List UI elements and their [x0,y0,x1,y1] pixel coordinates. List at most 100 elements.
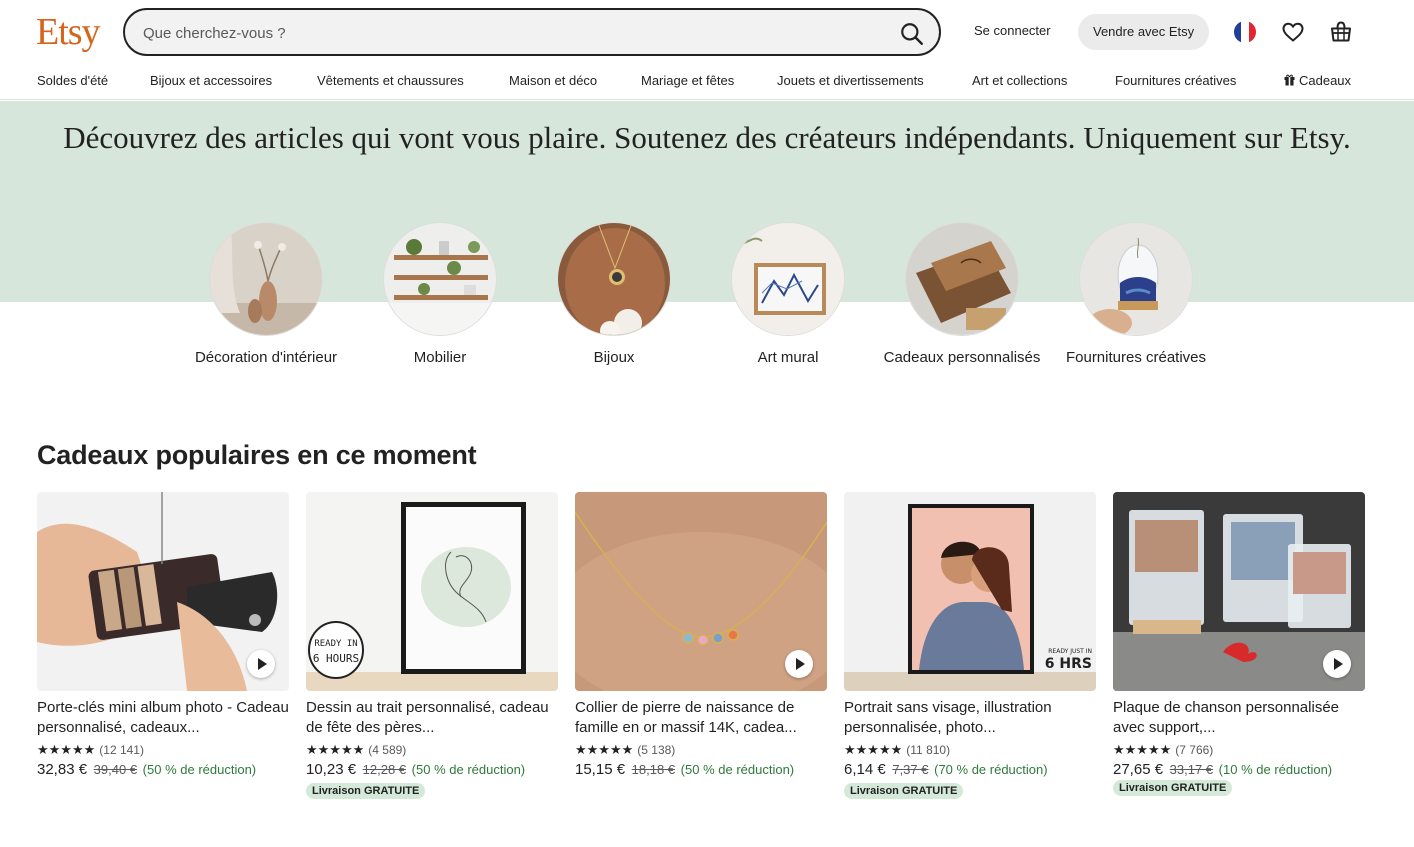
original-price: 18,18 € [631,762,676,777]
review-count: (5 138) [637,743,676,757]
star-rating-icon: ★★★★★ [575,742,634,757]
discount-label: (50 % de réduction) [142,762,257,777]
discount-label: (50 % de réduction) [411,762,526,777]
ready-in-text: READY IN [314,639,357,649]
category-label: Fournitures créatives [1065,349,1207,366]
category-image [557,222,671,336]
product-rating: ★★★★★ (11 810) [844,741,1096,758]
nav-item-toys[interactable]: Jouets et divertissements [777,73,924,88]
original-price: 33,17 € [1169,762,1214,777]
six-hrs-text: 6 HRS [1045,656,1092,672]
sign-in-link[interactable]: Se connecter [974,23,1051,38]
review-count: (12 141) [99,743,144,757]
category-wall-art[interactable]: Art mural [701,222,875,368]
product-image [575,492,827,691]
hero-title: Découvrez des articles qui vont vous pla… [63,120,1351,155]
product-title: Dessin au trait personnalisé, cadeau de … [306,699,549,736]
product-title: Porte-clés mini album photo - Cadeau per… [37,699,289,736]
price-line: 32,83 € 39,40 € (50 % de réduction) [37,761,289,778]
category-label: Cadeaux personnalisés [883,349,1041,366]
product-image: READY JUST IN 6 HRS [844,492,1096,691]
ready-just-in-text: READY JUST IN [1048,648,1092,655]
product-price: 32,83 € [37,761,88,778]
category-home-decor[interactable]: Décoration d'intérieur [179,222,353,368]
play-video-icon[interactable] [1323,650,1351,678]
price-line: 15,15 € 18,18 € (50 % de réduction) [575,761,827,778]
category-jewelry[interactable]: Bijoux [527,222,701,368]
product-rating: ★★★★★ (7 766) [1113,741,1365,758]
product-image: READY IN 6 HOURS [306,492,558,691]
review-count: (11 810) [906,743,951,757]
discount-label: (50 % de réduction) [680,762,795,777]
france-flag-icon[interactable] [1234,21,1256,43]
product-rating: ★★★★★ (4 589) [306,741,558,758]
heart-icon[interactable] [1281,20,1305,44]
star-rating-icon: ★★★★★ [844,742,903,757]
product-title: Collier de pierre de naissance de famill… [575,699,797,736]
product-price: 15,15 € [575,761,626,778]
review-count: (4 589) [368,743,407,757]
product-card[interactable]: Porte-clés mini album photo - Cadeau per… [37,492,289,778]
etsy-logo[interactable]: Etsy [36,10,101,54]
play-video-icon[interactable] [785,650,813,678]
nav-item-clothing[interactable]: Vêtements et chaussures [317,73,464,88]
search-icon[interactable] [899,21,925,47]
nav-gifts-label: Cadeaux [1299,73,1352,88]
product-card[interactable]: READY JUST IN 6 HRS Portrait sans visage… [844,492,1096,799]
category-label: Mobilier [413,349,467,366]
gift-icon [1284,74,1295,86]
header: Etsy Se connecter Vendre avec Etsy [0,0,1414,64]
free-shipping-badge: Livraison GRATUITE [1113,780,1233,796]
product-image [37,492,289,691]
product-price: 6,14 € [844,761,886,778]
product-rating: ★★★★★ (12 141) [37,741,289,758]
product-price: 10,23 € [306,761,357,778]
nav-item-summer-sales[interactable]: Soldes d'été [37,73,108,88]
original-price: 7,37 € [892,762,929,777]
shopping-basket-icon[interactable] [1329,20,1353,44]
search-bar[interactable] [123,8,941,56]
star-rating-icon: ★★★★★ [1113,742,1172,757]
category-label: Bijoux [593,349,635,366]
nav-item-home[interactable]: Maison et déco [509,73,597,88]
category-craft-supplies[interactable]: Fournitures créatives [1049,222,1223,368]
nav-item-craft-supplies[interactable]: Fournitures créatives [1115,73,1236,88]
product-title: Portrait sans visage, illustration perso… [844,699,1052,736]
nav-item-jewelry[interactable]: Bijoux et accessoires [150,73,272,88]
product-rating: ★★★★★ (5 138) [575,741,827,758]
product-price: 27,65 € [1113,761,1164,778]
star-rating-icon: ★★★★★ [37,742,96,757]
original-price: 39,40 € [93,762,138,777]
nav-item-art[interactable]: Art et collections [972,73,1067,88]
review-count: (7 766) [1175,743,1214,757]
price-line: 10,23 € 12,28 € (50 % de réduction) [306,761,558,778]
play-video-icon[interactable] [247,650,275,678]
nav-item-wedding[interactable]: Mariage et fêtes [641,73,734,88]
product-card[interactable]: Plaque de chanson personnalisée avec sup… [1113,492,1365,796]
product-title: Plaque de chanson personnalisée avec sup… [1113,699,1340,736]
section-title: Cadeaux populaires en ce moment [37,440,477,470]
star-rating-icon: ★★★★★ [306,742,365,757]
category-label: Art mural [757,349,819,366]
original-price: 12,28 € [362,762,407,777]
free-shipping-badge: Livraison GRATUITE [844,783,964,799]
category-image [1079,222,1193,336]
category-image [383,222,497,336]
price-line: 6,14 € 7,37 € (70 % de réduction) [844,761,1096,778]
sell-with-etsy-button[interactable]: Vendre avec Etsy [1078,14,1210,50]
discount-label: (70 % de réduction) [934,762,1048,777]
category-nav: Soldes d'été Bijoux et accessoires Vêtem… [0,64,1414,100]
product-card[interactable]: Collier de pierre de naissance de famill… [575,492,827,778]
discount-label: (10 % de réduction) [1218,762,1333,777]
category-personalized-gifts[interactable]: Cadeaux personnalisés [875,222,1049,368]
price-line: 27,65 € 33,17 € (10 % de réduction) [1113,761,1365,778]
search-input[interactable] [143,21,883,45]
category-image [731,222,845,336]
free-shipping-badge: Livraison GRATUITE [306,783,426,799]
category-image [209,222,323,336]
nav-item-gifts[interactable]: Cadeaux [1284,73,1351,88]
product-image [1113,492,1365,691]
product-card[interactable]: READY IN 6 HOURS Dessin au trait personn… [306,492,558,799]
category-label: Décoration d'intérieur [194,349,338,366]
category-furniture[interactable]: Mobilier [353,222,527,368]
